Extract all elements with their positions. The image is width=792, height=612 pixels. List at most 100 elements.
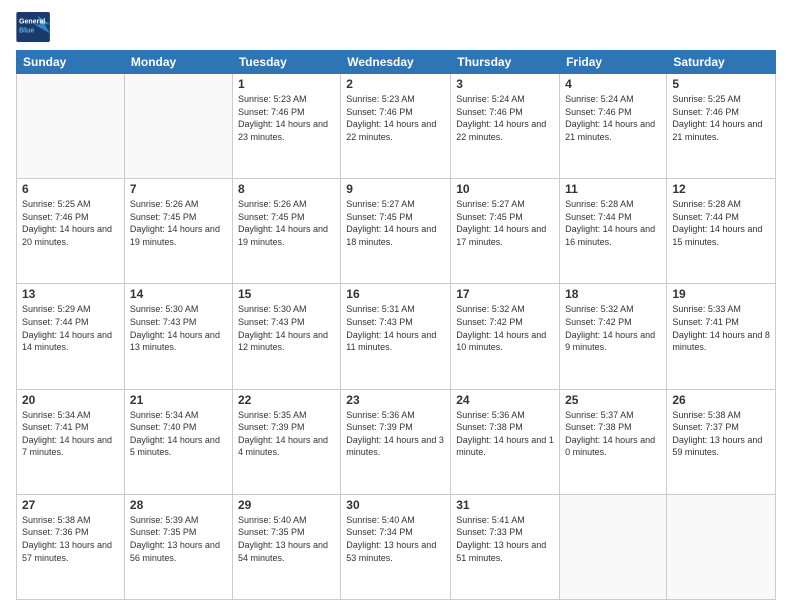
day-number: 7 (130, 182, 227, 196)
day-info: Sunrise: 5:41 AM Sunset: 7:33 PM Dayligh… (456, 514, 554, 564)
calendar-week-5: 27Sunrise: 5:38 AM Sunset: 7:36 PM Dayli… (17, 494, 776, 599)
day-info: Sunrise: 5:31 AM Sunset: 7:43 PM Dayligh… (346, 303, 445, 353)
svg-text:Blue: Blue (19, 27, 34, 34)
day-number: 18 (565, 287, 661, 301)
day-info: Sunrise: 5:34 AM Sunset: 7:40 PM Dayligh… (130, 409, 227, 459)
day-number: 31 (456, 498, 554, 512)
day-info: Sunrise: 5:37 AM Sunset: 7:38 PM Dayligh… (565, 409, 661, 459)
day-info: Sunrise: 5:30 AM Sunset: 7:43 PM Dayligh… (238, 303, 335, 353)
day-info: Sunrise: 5:39 AM Sunset: 7:35 PM Dayligh… (130, 514, 227, 564)
day-info: Sunrise: 5:23 AM Sunset: 7:46 PM Dayligh… (238, 93, 335, 143)
calendar-cell: 24 Sunrise: 5:36 AM Sunset: 7:38 PM Dayli… (451, 389, 560, 494)
day-info: Sunrise: 5:26 AM Sunset: 7:45 PM Dayligh… (130, 198, 227, 248)
calendar-cell: 22 Sunrise: 5:35 AM Sunset: 7:39 PM Dayli… (232, 389, 340, 494)
day-info: Sunrise: 5:32 AM Sunset: 7:42 PM Dayligh… (565, 303, 661, 353)
day-number: 28 (130, 498, 227, 512)
calendar-dow-sunday: Sunday (17, 51, 125, 74)
day-info: Sunrise: 5:28 AM Sunset: 7:44 PM Dayligh… (672, 198, 770, 248)
calendar-dow-thursday: Thursday (451, 51, 560, 74)
calendar-header-row: SundayMondayTuesdayWednesdayThursdayFrid… (17, 51, 776, 74)
day-number: 2 (346, 77, 445, 91)
calendar-cell: 1 Sunrise: 5:23 AM Sunset: 7:46 PM Daylig… (232, 74, 340, 179)
calendar-cell: 18 Sunrise: 5:32 AM Sunset: 7:42 PM Dayli… (560, 284, 667, 389)
calendar-cell: 3Sunrise: 5:24 AM Sunset: 7:46 PM Daylig… (451, 74, 560, 179)
calendar-cell: 30Sunrise: 5:40 AM Sunset: 7:34 PM Dayli… (341, 494, 451, 599)
day-number: 11 (565, 182, 661, 196)
day-number: 10 (456, 182, 554, 196)
logo: General Blue (16, 12, 52, 42)
calendar-dow-tuesday: Tuesday (232, 51, 340, 74)
day-number: 17 (456, 287, 554, 301)
day-info: Sunrise: 5:33 AM Sunset: 7:41 PM Dayligh… (672, 303, 770, 353)
calendar-cell: 2 Sunrise: 5:23 AM Sunset: 7:46 PM Daylig… (341, 74, 451, 179)
calendar-cell: 8 Sunrise: 5:26 AM Sunset: 7:45 PM Daylig… (232, 179, 340, 284)
calendar-cell: 13 Sunrise: 5:29 AM Sunset: 7:44 PM Dayli… (17, 284, 125, 389)
day-number: 24 (456, 393, 554, 407)
day-number: 21 (130, 393, 227, 407)
calendar-cell: 20 Sunrise: 5:34 AM Sunset: 7:41 PM Dayli… (17, 389, 125, 494)
day-number: 25 (565, 393, 661, 407)
calendar-week-4: 20 Sunrise: 5:34 AM Sunset: 7:41 PM Dayli… (17, 389, 776, 494)
day-number: 27 (22, 498, 119, 512)
day-info: Sunrise: 5:29 AM Sunset: 7:44 PM Dayligh… (22, 303, 119, 353)
day-number: 12 (672, 182, 770, 196)
day-number: 30 (346, 498, 445, 512)
day-number: 13 (22, 287, 119, 301)
day-number: 15 (238, 287, 335, 301)
svg-text:General: General (19, 18, 45, 25)
calendar-dow-monday: Monday (124, 51, 232, 74)
day-number: 4 (565, 77, 661, 91)
day-number: 26 (672, 393, 770, 407)
calendar-cell: 28 Sunrise: 5:39 AM Sunset: 7:35 PM Dayli… (124, 494, 232, 599)
calendar-cell: 12 Sunrise: 5:28 AM Sunset: 7:44 PM Dayli… (667, 179, 776, 284)
day-number: 5 (672, 77, 770, 91)
day-info: Sunrise: 5:40 AM Sunset: 7:35 PM Dayligh… (238, 514, 335, 564)
day-number: 20 (22, 393, 119, 407)
day-info: Sunrise: 5:32 AM Sunset: 7:42 PM Dayligh… (456, 303, 554, 353)
day-number: 29 (238, 498, 335, 512)
day-info: Sunrise: 5:25 AM Sunset: 7:46 PM Dayligh… (22, 198, 119, 248)
day-info: Sunrise: 5:35 AM Sunset: 7:39 PM Dayligh… (238, 409, 335, 459)
calendar-cell: 6Sunrise: 5:25 AM Sunset: 7:46 PM Daylig… (17, 179, 125, 284)
calendar-cell: 27Sunrise: 5:38 AM Sunset: 7:36 PM Dayli… (17, 494, 125, 599)
day-info: Sunrise: 5:27 AM Sunset: 7:45 PM Dayligh… (456, 198, 554, 248)
calendar-cell: 9 Sunrise: 5:27 AM Sunset: 7:45 PM Daylig… (341, 179, 451, 284)
day-info: Sunrise: 5:24 AM Sunset: 7:46 PM Dayligh… (456, 93, 554, 143)
day-info: Sunrise: 5:27 AM Sunset: 7:45 PM Dayligh… (346, 198, 445, 248)
day-info: Sunrise: 5:36 AM Sunset: 7:38 PM Dayligh… (456, 409, 554, 459)
day-info: Sunrise: 5:30 AM Sunset: 7:43 PM Dayligh… (130, 303, 227, 353)
calendar-cell: 26Sunrise: 5:38 AM Sunset: 7:37 PM Dayli… (667, 389, 776, 494)
calendar-cell: 29 Sunrise: 5:40 AM Sunset: 7:35 PM Dayli… (232, 494, 340, 599)
day-number: 16 (346, 287, 445, 301)
calendar-dow-saturday: Saturday (667, 51, 776, 74)
day-number: 9 (346, 182, 445, 196)
day-info: Sunrise: 5:36 AM Sunset: 7:39 PM Dayligh… (346, 409, 445, 459)
day-number: 8 (238, 182, 335, 196)
calendar-cell (17, 74, 125, 179)
calendar-cell: 5 Sunrise: 5:25 AM Sunset: 7:46 PM Daylig… (667, 74, 776, 179)
calendar-cell: 19Sunrise: 5:33 AM Sunset: 7:41 PM Dayli… (667, 284, 776, 389)
calendar-cell: 15 Sunrise: 5:30 AM Sunset: 7:43 PM Dayli… (232, 284, 340, 389)
calendar-cell: 11Sunrise: 5:28 AM Sunset: 7:44 PM Dayli… (560, 179, 667, 284)
calendar-dow-friday: Friday (560, 51, 667, 74)
calendar-cell (667, 494, 776, 599)
day-number: 22 (238, 393, 335, 407)
calendar-table: SundayMondayTuesdayWednesdayThursdayFrid… (16, 50, 776, 600)
day-info: Sunrise: 5:25 AM Sunset: 7:46 PM Dayligh… (672, 93, 770, 143)
calendar-cell (560, 494, 667, 599)
calendar-cell: 25 Sunrise: 5:37 AM Sunset: 7:38 PM Dayli… (560, 389, 667, 494)
calendar-cell: 31 Sunrise: 5:41 AM Sunset: 7:33 PM Dayli… (451, 494, 560, 599)
day-info: Sunrise: 5:34 AM Sunset: 7:41 PM Dayligh… (22, 409, 119, 459)
calendar-cell: 10 Sunrise: 5:27 AM Sunset: 7:45 PM Dayli… (451, 179, 560, 284)
day-number: 1 (238, 77, 335, 91)
calendar-cell: 14 Sunrise: 5:30 AM Sunset: 7:43 PM Dayli… (124, 284, 232, 389)
day-info: Sunrise: 5:26 AM Sunset: 7:45 PM Dayligh… (238, 198, 335, 248)
day-info: Sunrise: 5:23 AM Sunset: 7:46 PM Dayligh… (346, 93, 445, 143)
calendar-cell: 23 Sunrise: 5:36 AM Sunset: 7:39 PM Dayli… (341, 389, 451, 494)
calendar-week-2: 6Sunrise: 5:25 AM Sunset: 7:46 PM Daylig… (17, 179, 776, 284)
day-info: Sunrise: 5:24 AM Sunset: 7:46 PM Dayligh… (565, 93, 661, 143)
day-number: 23 (346, 393, 445, 407)
calendar-cell: 17 Sunrise: 5:32 AM Sunset: 7:42 PM Dayli… (451, 284, 560, 389)
day-number: 14 (130, 287, 227, 301)
page: General Blue SundayMondayTuesdayWednesda… (0, 0, 792, 612)
